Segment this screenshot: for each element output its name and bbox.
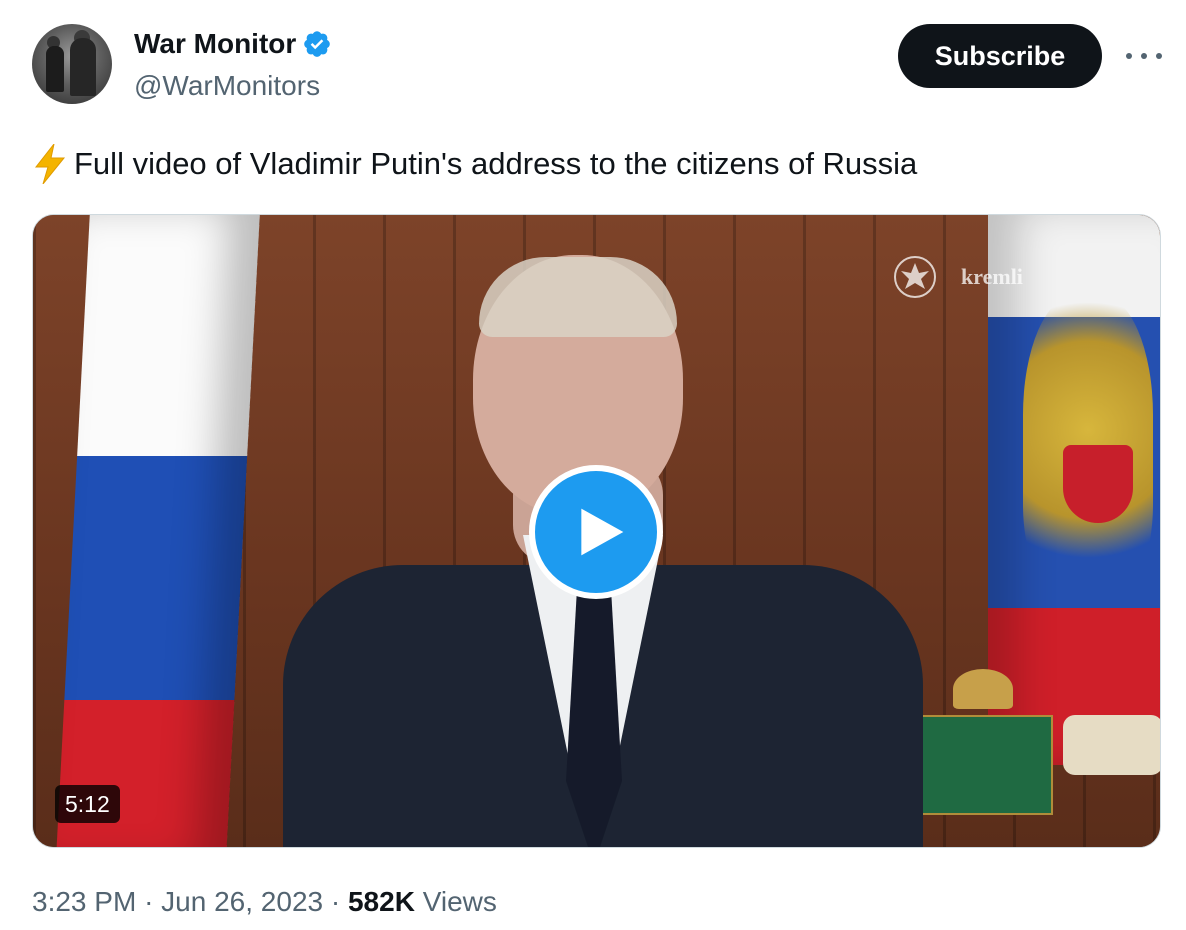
author-handle[interactable]: @WarMonitors (134, 68, 320, 104)
video-player[interactable]: kremli 5:12 (32, 214, 1161, 848)
more-icon[interactable] (1126, 40, 1162, 72)
more-dot (1156, 53, 1162, 59)
tweet-date[interactable]: Jun 26, 2023 (161, 886, 323, 917)
tweet-time[interactable]: 3:23 PM (32, 886, 136, 917)
author-display-name[interactable]: War Monitor (134, 26, 296, 62)
tweet-header: War Monitor @WarMonitors Subscribe (32, 24, 1162, 106)
video-frame-emblem-shield (1063, 445, 1133, 523)
watermark-text: kremli (961, 264, 1023, 289)
avatar-figure (46, 46, 64, 92)
avatar-figure (70, 38, 96, 96)
subscribe-button[interactable]: Subscribe (898, 24, 1102, 88)
meta-separator: · (330, 886, 341, 917)
play-icon (581, 508, 624, 556)
more-dot (1141, 53, 1147, 59)
video-frame-desk-phone (1063, 715, 1160, 775)
verified-badge-icon (304, 31, 331, 57)
video-frame-desk-ornament (953, 669, 1013, 709)
views-count[interactable]: 582K (348, 886, 415, 917)
speaker-hair (479, 257, 677, 337)
video-duration-badge: 5:12 (55, 785, 120, 823)
lightning-bolt-icon (34, 144, 66, 184)
avatar[interactable] (32, 24, 112, 104)
meta-separator: · (144, 886, 154, 917)
views-label[interactable]: Views (423, 886, 497, 917)
more-dot (1126, 53, 1132, 59)
tweet-text: Full video of Vladimir Putin's address t… (32, 142, 917, 186)
tweet-meta: 3:23 PM · Jun 26, 2023 · 582K Views (32, 884, 497, 920)
video-frame-flag (55, 215, 261, 847)
tweet-body: Full video of Vladimir Putin's address t… (74, 146, 918, 181)
author-name-row[interactable]: War Monitor (134, 26, 332, 62)
play-button[interactable] (529, 465, 663, 599)
